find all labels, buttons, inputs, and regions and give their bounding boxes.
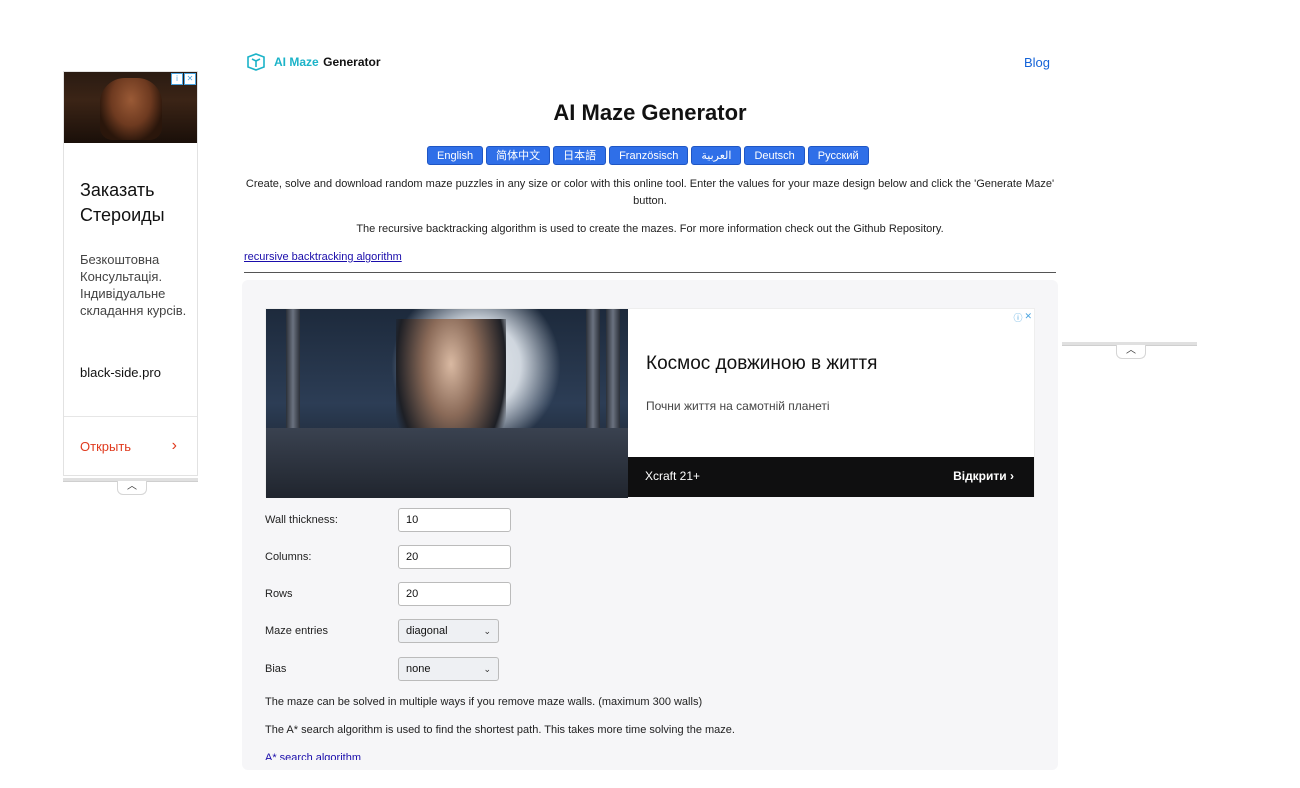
banner-open-button[interactable]: Відкрити › <box>953 469 1014 483</box>
chevron-right-icon: › <box>171 437 177 454</box>
blog-link[interactable]: Blog <box>1024 55 1050 70</box>
adchoices-icon[interactable]: ⓘ ✕ <box>1013 311 1032 324</box>
logo-generator-text: Generator <box>323 55 381 69</box>
wall-thickness-label: Wall thickness: <box>265 514 338 526</box>
site-logo[interactable]: AI Maze Generator <box>246 53 381 71</box>
banner-ad[interactable]: ⓘ ✕ Космос довжиною в життя Почни життя н… <box>265 308 1035 498</box>
columns-label: Columns: <box>265 551 312 563</box>
ad-body-text: Безкоштовна Консультація. Індивідуальне … <box>80 252 187 318</box>
rows-input[interactable] <box>398 582 511 606</box>
chevron-down-icon: ⌄ <box>483 663 491 674</box>
ad-open-label: Открыть <box>80 439 132 454</box>
adchoices-icon[interactable]: i ✕ <box>171 73 196 85</box>
intro-text: Create, solve and download random maze p… <box>245 178 1055 207</box>
banner-headline[interactable]: Космос довжиною в життя <box>646 353 877 375</box>
ad-artwork[interactable] <box>266 309 628 498</box>
chevron-up-icon[interactable]: ︿ <box>117 481 147 495</box>
ad-headline[interactable]: Заказать Стероиды <box>80 178 192 228</box>
chevron-up-icon[interactable]: ︿ <box>1116 345 1146 359</box>
banner-footer[interactable]: Xcraft 21+ Відкрити › <box>628 457 1034 497</box>
lang-russian-button[interactable]: Русский <box>807 146 869 165</box>
logo-ai-text: AI Maze <box>274 55 319 69</box>
maze-entries-label: Maze entries <box>265 625 328 637</box>
chevron-down-icon: ⌄ <box>483 625 491 636</box>
astar-link[interactable]: A* search algorithm <box>265 752 361 760</box>
lang-french-button[interactable]: Französisch <box>609 146 689 165</box>
divider <box>244 272 1056 273</box>
maze-logo-icon <box>247 53 265 71</box>
remove-walls-note: The maze can be solved in multiple ways … <box>265 696 703 708</box>
bias-value: none <box>406 663 431 675</box>
columns-input[interactable] <box>398 545 511 569</box>
ad-domain: black-side.pro <box>80 365 161 380</box>
banner-brand: Xcraft 21+ <box>645 469 701 483</box>
astar-note: The A* search algorithm is used to find … <box>265 724 735 736</box>
page-title: AI Maze Generator <box>553 100 747 125</box>
banner-subtext: Почни життя на самотній планеті <box>646 399 830 413</box>
rows-label: Rows <box>265 588 293 600</box>
recursive-backtracking-link[interactable]: recursive backtracking algorithm <box>244 251 402 263</box>
ad-open-button[interactable]: Открыть › <box>64 416 197 476</box>
banner-open-label: Відкрити <box>953 469 1007 483</box>
ad-art-machine <box>266 428 628 498</box>
language-selector: English 简体中文 日本語 Französisch العربية Deu… <box>427 146 869 165</box>
maze-entries-value: diagonal <box>406 625 448 637</box>
left-side-ad[interactable]: i ✕ Заказать Стероиды Безкоштовна Консуль… <box>63 71 198 476</box>
algorithm-description: The recursive backtracking algorithm is … <box>356 223 944 235</box>
bias-label: Bias <box>265 663 287 675</box>
bias-select[interactable]: none ⌄ <box>398 657 499 681</box>
wall-thickness-input[interactable] <box>398 508 511 532</box>
lang-chinese-button[interactable]: 简体中文 <box>486 146 551 165</box>
lang-japanese-button[interactable]: 日本語 <box>553 146 607 165</box>
lang-arabic-button[interactable]: العربية <box>691 146 742 165</box>
lang-english-button[interactable]: English <box>427 146 484 165</box>
lang-german-button[interactable]: Deutsch <box>744 146 805 165</box>
maze-entries-select[interactable]: diagonal ⌄ <box>398 619 499 643</box>
